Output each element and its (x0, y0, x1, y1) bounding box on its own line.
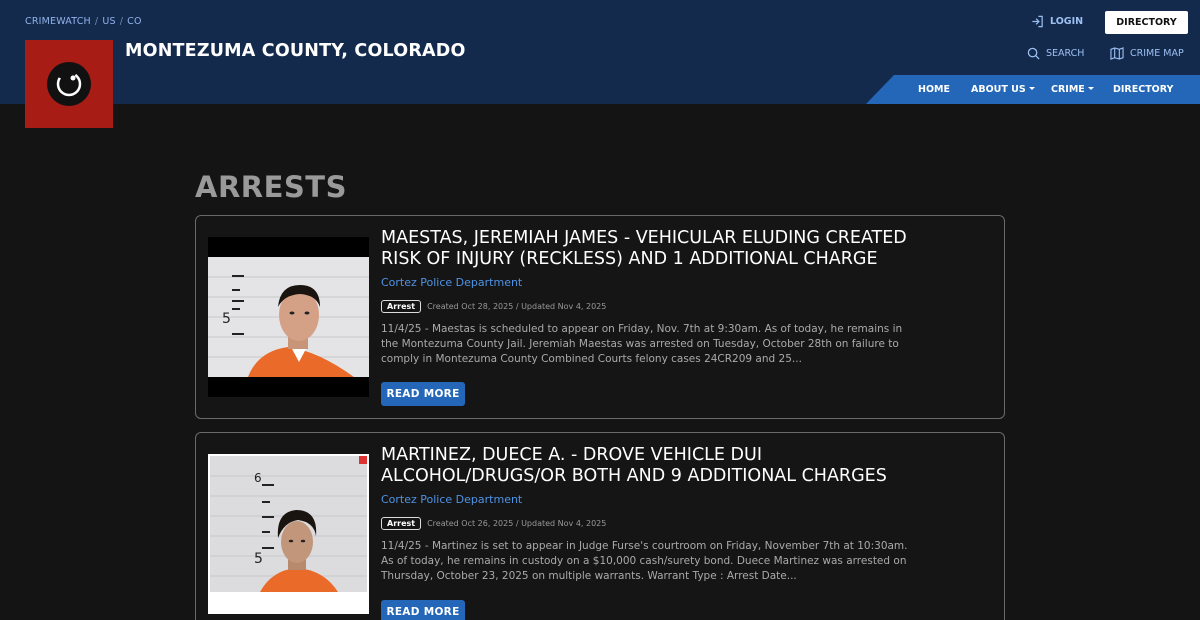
map-icon (1110, 47, 1124, 60)
nav-crime-label: CRIME (1051, 84, 1085, 95)
directory-button[interactable]: DIRECTORY (1105, 11, 1188, 34)
login-link[interactable]: LOGIN (1031, 15, 1083, 28)
department-link[interactable]: Cortez Police Department (381, 493, 522, 506)
arrest-badge: Arrest (381, 517, 422, 530)
nav-home-label: HOME (918, 84, 950, 95)
crime-map-link[interactable]: CRIME MAP (1110, 47, 1184, 60)
nav-crime[interactable]: CRIME (1051, 84, 1094, 95)
search-link[interactable]: SEARCH (1027, 47, 1084, 60)
svg-text:6: 6 (254, 471, 262, 485)
arrest-summary: 11/4/25 - Maestas is scheduled to appear… (381, 323, 903, 365)
search-icon (1027, 47, 1040, 60)
breadcrumb-separator: / (119, 16, 124, 27)
arrest-title[interactable]: MAESTAS, JEREMIAH JAMES - VEHICULAR ELUD… (381, 228, 941, 270)
nav-directory-label: DIRECTORY (1113, 84, 1174, 95)
breadcrumb-us[interactable]: US (102, 16, 115, 27)
login-label: LOGIN (1050, 16, 1084, 27)
arrest-card: 5 MAESTAS, JEREMIAH JAMES - VEHICULAR EL… (195, 215, 1005, 419)
site-title[interactable]: MONTEZUMA COUNTY, COLORADO (125, 41, 466, 61)
read-more-button[interactable]: READ MORE (381, 382, 465, 406)
read-more-button[interactable]: READ MORE (381, 600, 465, 620)
arrest-card: 5 6 MARTINEZ, DUECE A. - DROVE VEHICLE D… (195, 432, 1005, 620)
mugshot-image[interactable]: 5 6 (208, 454, 369, 614)
nav-home[interactable]: HOME (918, 84, 950, 95)
arrest-title[interactable]: MARTINEZ, DUECE A. - DROVE VEHICLE DUI A… (381, 445, 941, 487)
search-label: SEARCH (1046, 48, 1085, 59)
arrest-meta: Arrest Created Oct 26, 2025 / Updated No… (381, 517, 606, 530)
site-header: CRIMEWATCH / US / CO MONTEZUMA COUNTY, COLOR… (0, 0, 1200, 104)
arrest-badge: Arrest (381, 300, 422, 313)
nav-about-us-label: ABOUT US (971, 84, 1026, 95)
caret-down-icon (1028, 87, 1035, 90)
nav-about-us[interactable]: ABOUT US (971, 84, 1035, 95)
department-link[interactable]: Cortez Police Department (381, 276, 522, 289)
login-icon (1032, 15, 1043, 28)
arrest-summary: 11/4/25 - Martinez is set to appear in J… (381, 540, 908, 582)
breadcrumb-co[interactable]: CO (127, 16, 142, 27)
breadcrumb-crimewatch[interactable]: CRIMEWATCH (25, 16, 91, 27)
svg-text:5: 5 (222, 311, 231, 327)
breadcrumb-separator: / (94, 16, 99, 27)
caret-down-icon (1087, 87, 1094, 90)
arrest-meta: Arrest Created Oct 28, 2025 / Updated No… (381, 300, 606, 313)
svg-text:5: 5 (254, 551, 263, 567)
mugshot-image[interactable]: 5 (208, 237, 369, 397)
page-title: ARRESTS (195, 170, 347, 204)
arrest-dates: Created Oct 26, 2025 / Updated Nov 4, 20… (427, 519, 607, 528)
arrest-dates: Created Oct 28, 2025 / Updated Nov 4, 20… (427, 302, 607, 311)
main-nav: HOME ABOUT US CRIME DIRECTORY (866, 75, 1200, 104)
agency-logo[interactable] (25, 40, 113, 128)
nav-directory[interactable]: DIRECTORY (1113, 84, 1173, 95)
breadcrumb: CRIMEWATCH / US / CO (25, 16, 142, 27)
crime-map-label: CRIME MAP (1130, 48, 1184, 59)
crimewatch-logo-icon (47, 62, 91, 106)
